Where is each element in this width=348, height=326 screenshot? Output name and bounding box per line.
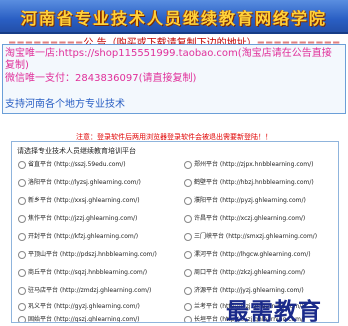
notice-textarea[interactable]: 淘宝唯一店:https://shop115551999.taobao.com(淘…	[2, 44, 346, 114]
radio-icon[interactable]	[18, 315, 26, 322]
radio-icon[interactable]	[184, 232, 192, 241]
platform-option[interactable]: 平顶山平台 (http://pdszj.hnbblearning.com/)	[18, 249, 157, 260]
radio-icon[interactable]	[184, 178, 192, 187]
platform-option[interactable]: 焦作平台 (http://jzzj.ghlearning.com/)	[18, 213, 137, 224]
site-title: 河南省专业技术人员继续教育网络学院	[20, 9, 327, 28]
radio-icon[interactable]	[184, 302, 192, 311]
platform-option[interactable]: 新乡平台 (http://xxsj.ghlearning.com/)	[18, 195, 140, 206]
radio-icon[interactable]	[184, 196, 192, 205]
radio-icon[interactable]	[18, 268, 26, 277]
platform-panel-heading: 请选择专业技术人员继续教育培训平台	[17, 147, 136, 155]
platform-option[interactable]: 商丘平台 (http://sqzj.hnbblearning.com/)	[18, 267, 147, 278]
platform-option[interactable]: 郑州平台 (http://zjpx.hnbblearning.com/)	[184, 159, 314, 170]
notice-line-support: 支持河南各个地方专业技术	[5, 99, 125, 110]
platform-option[interactable]: 三门峡平台 (http://smxzj.ghlearning.com/)	[184, 231, 317, 242]
platform-option[interactable]: 开封平台 (http://kfzj.ghlearning.com/)	[18, 231, 138, 242]
radio-icon[interactable]	[184, 214, 192, 223]
header-banner: 河南省专业技术人员继续教育网络学院	[0, 0, 348, 34]
platform-option[interactable]: 巩义平台 (http://gyzj.ghlearning.com/)	[18, 301, 140, 312]
platform-option[interactable]: 许昌平台 (http://xczj.ghlearning.com/)	[184, 213, 305, 224]
radio-icon[interactable]	[184, 160, 192, 169]
radio-icon[interactable]	[18, 178, 26, 187]
platform-option[interactable]: 省直平台 (http://sszj.59edu.com/)	[18, 159, 126, 170]
radio-icon[interactable]	[18, 250, 26, 259]
radio-icon[interactable]	[18, 302, 26, 311]
radio-icon[interactable]	[18, 196, 26, 205]
notice-line-shop-cont: 复制)	[5, 60, 29, 71]
platform-option[interactable]: 漯河平台 (http://lhgcw.ghlearning.com/)	[184, 249, 311, 260]
notice-line-wechat: 微信唯一支付：2843836097(请直接复制)	[5, 73, 197, 84]
radio-icon[interactable]	[18, 232, 26, 241]
radio-icon[interactable]	[184, 268, 192, 277]
notice-line-shop: 淘宝唯一店:https://shop115551999.taobao.com(淘…	[5, 48, 332, 59]
radio-icon[interactable]	[18, 214, 26, 223]
platform-option[interactable]: 鹤壁平台 (http://hbzj.hnbblearning.com/)	[184, 177, 314, 188]
radio-icon[interactable]	[18, 286, 26, 295]
platform-option[interactable]: 驻马店平台 (http://zmdzj.ghlearning.com/)	[18, 285, 151, 296]
radio-icon[interactable]	[184, 315, 192, 322]
platform-option[interactable]: 周口平台 (http://zkzj.ghlearning.com/)	[184, 267, 305, 278]
radio-icon[interactable]	[184, 286, 192, 295]
radio-icon[interactable]	[18, 160, 26, 169]
platform-option[interactable]: 洛阳平台 (http://lyzsj.ghlearning.com/)	[18, 177, 141, 188]
radio-icon[interactable]	[184, 250, 192, 259]
platform-option[interactable]: 濮阳平台 (http://pyzj.ghlearning.com/)	[184, 195, 306, 206]
platform-option[interactable]: 固始平台 (http://gszj.ghlearning.com/)	[18, 314, 139, 322]
